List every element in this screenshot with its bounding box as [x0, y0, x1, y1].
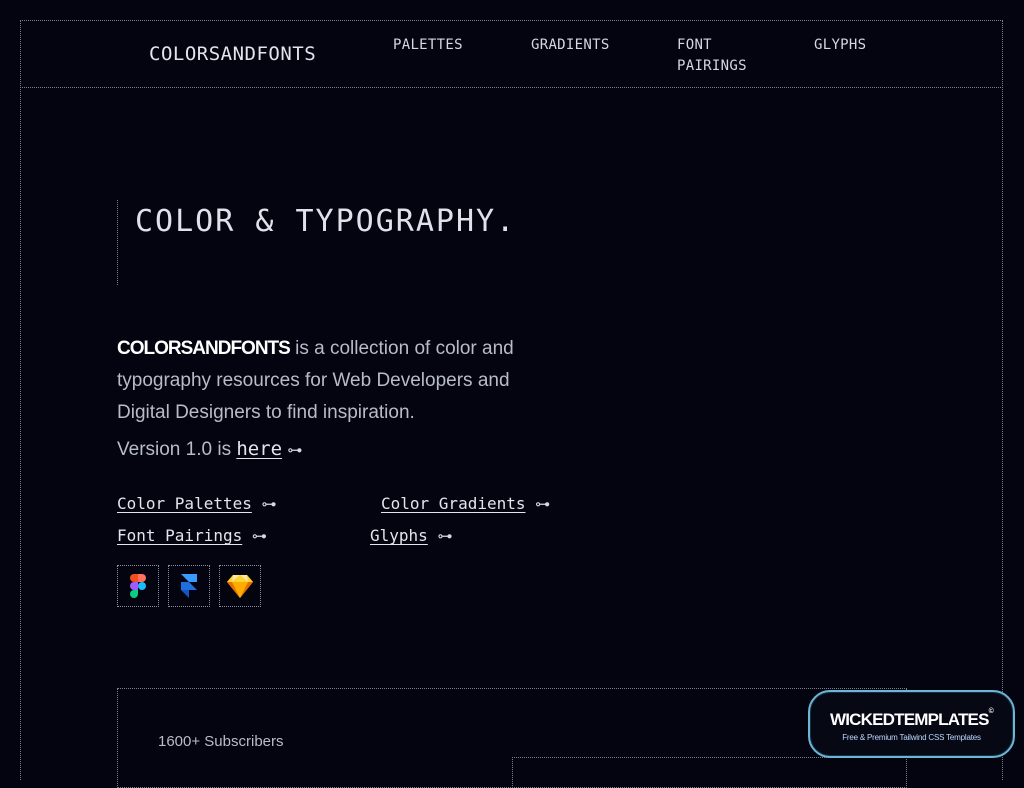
subscriber-count: 1600+ Subscribers	[158, 733, 284, 750]
resource-label[interactable]: Color Palettes	[117, 494, 252, 513]
sketch-button[interactable]	[219, 565, 261, 607]
resource-link-color-palettes[interactable]: Color Palettes ⊶	[117, 494, 277, 513]
arrow-icon: ⊶	[261, 495, 277, 513]
sketch-icon	[227, 574, 253, 598]
wickedtemplates-badge[interactable]: WICKEDTEMPLATES© Free & Premium Tailwind…	[808, 690, 1015, 758]
nav-font-pairings[interactable]: FONT PAIRINGS	[677, 35, 747, 77]
resource-link-glyphs[interactable]: Glyphs ⊶	[370, 526, 452, 545]
hero-title-block: COLOR & TYPOGRAPHY.	[117, 200, 518, 285]
brand-name: COLORSANDFONTS	[117, 338, 291, 359]
version-line: Version 1.0 is here ⊶	[117, 438, 302, 461]
resource-label[interactable]: Glyphs	[370, 526, 428, 545]
header-divider	[20, 87, 1003, 88]
nav-glyphs[interactable]: GLYPHS	[814, 35, 866, 56]
version-here-link[interactable]: here	[236, 438, 282, 460]
page-title: COLOR & TYPOGRAPHY.	[135, 204, 517, 239]
figma-button[interactable]	[117, 565, 159, 607]
copyright-mark: ©	[988, 708, 994, 715]
nav-palettes[interactable]: PALETTES	[393, 35, 463, 56]
arrow-icon: ⊶	[287, 442, 303, 459]
arrow-icon: ⊶	[251, 527, 267, 545]
framer-icon	[181, 574, 197, 598]
version-prefix: Version 1.0 is	[117, 439, 237, 460]
framer-button[interactable]	[168, 565, 210, 607]
badge-subtitle: Free & Premium Tailwind CSS Templates	[842, 733, 981, 742]
badge-title-text: WICKEDTEMPLATES	[830, 710, 989, 729]
figma-icon	[130, 574, 146, 598]
resource-link-font-pairings[interactable]: Font Pairings ⊶	[117, 526, 267, 545]
arrow-icon: ⊶	[535, 495, 551, 513]
nav-gradients[interactable]: GRADIENTS	[531, 35, 610, 56]
resource-label[interactable]: Font Pairings	[117, 526, 242, 545]
resource-link-color-gradients[interactable]: Color Gradients ⊶	[381, 494, 550, 513]
site-logo[interactable]: COLORSANDFONTS	[149, 43, 316, 65]
resource-label[interactable]: Color Gradients	[381, 494, 526, 513]
hero-description: COLORSANDFONTS is a collection of color …	[117, 333, 537, 429]
subscribe-form-box	[512, 757, 893, 788]
arrow-icon: ⊶	[437, 527, 453, 545]
badge-title: WICKEDTEMPLATES©	[810, 708, 1013, 730]
